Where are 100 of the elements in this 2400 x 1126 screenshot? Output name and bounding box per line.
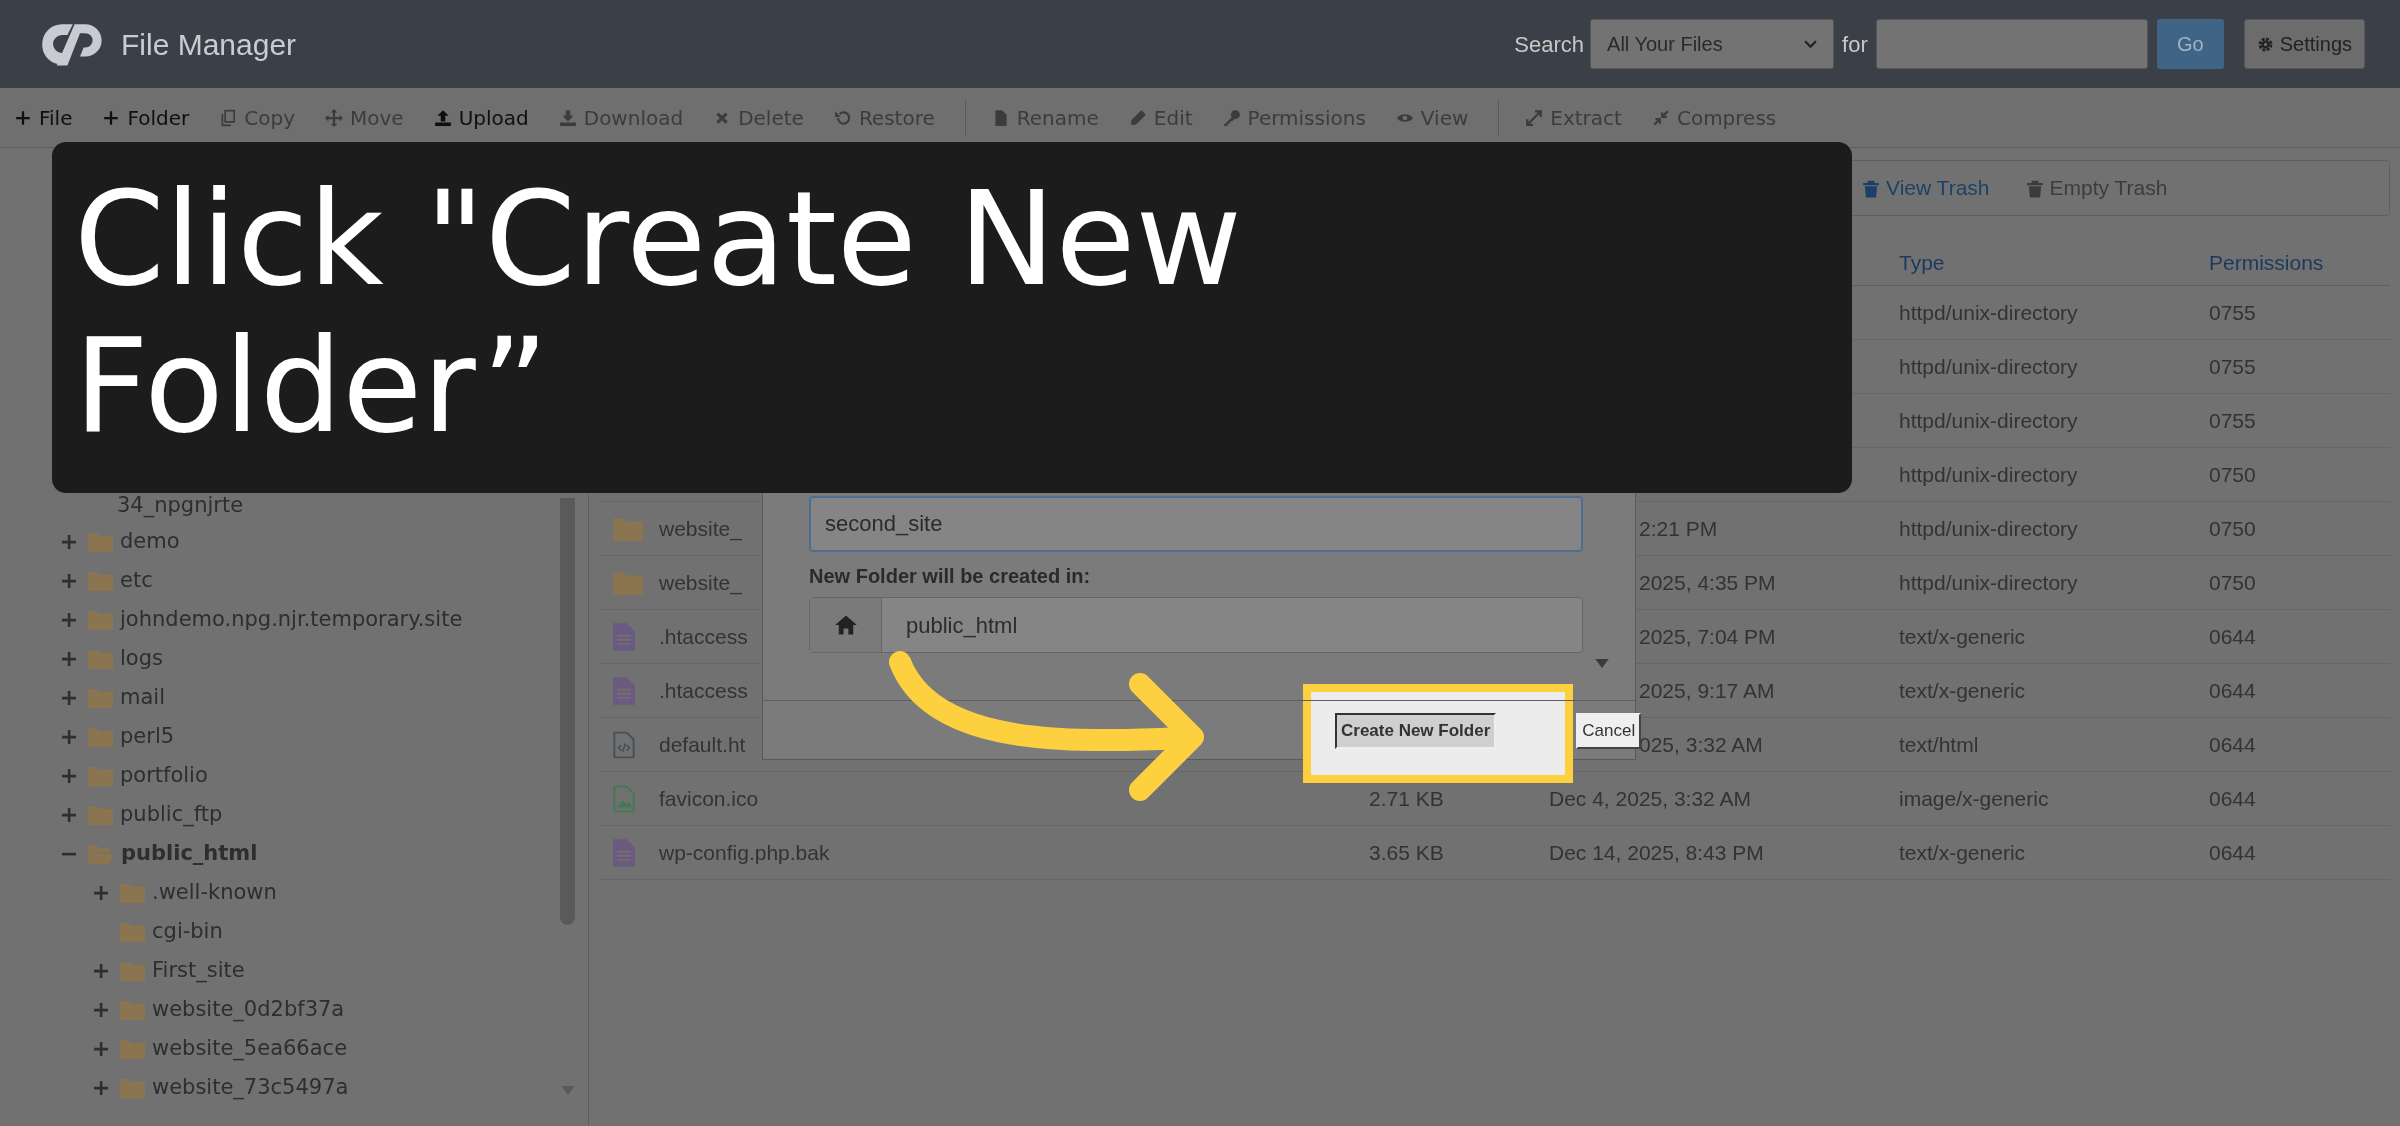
toolbar-button[interactable]: Folder: [102, 102, 190, 133]
expand-icon[interactable]: [94, 1041, 108, 1056]
expand-icon[interactable]: [94, 1080, 108, 1095]
expand-icon[interactable]: [94, 1002, 108, 1017]
file-name[interactable]: website_: [659, 516, 742, 540]
folder-name[interactable]: logs: [120, 642, 163, 675]
toolbar-button[interactable]: View Trash: [1862, 172, 1990, 204]
table-cell: 0644: [2209, 732, 2256, 756]
expand-icon[interactable]: [94, 885, 108, 900]
folder-icon: [120, 921, 145, 942]
upload-icon: [433, 108, 452, 127]
column-header[interactable]: Type: [1889, 246, 1945, 279]
folder-name[interactable]: demo: [120, 525, 180, 558]
table-cell: 025, 3:32 AM: [1639, 732, 1763, 756]
file-name[interactable]: .htaccess: [659, 678, 748, 702]
scroll-down-icon: [1595, 659, 1609, 668]
folder-icon: [88, 804, 113, 825]
trash-icon: [1862, 178, 1880, 198]
table-cell: text/x-generic: [1899, 678, 2026, 702]
folder-icon: [88, 726, 113, 747]
folder-name[interactable]: johndemo.npg.njr.temporary.site: [120, 603, 463, 636]
open-folder-icon: [88, 843, 114, 864]
toolbar-button[interactable]: Upload: [433, 102, 529, 133]
expand-icon[interactable]: [62, 729, 76, 744]
folder-icon: [88, 765, 113, 786]
table-cell: httpd/unix-directory: [1899, 462, 2078, 486]
table-cell: Dec 14, 2025, 8:43 PM: [1549, 840, 1764, 864]
folder-name[interactable]: portfolio: [120, 759, 208, 792]
folder-name-field[interactable]: second_site: [809, 496, 1583, 552]
table-cell: httpd/unix-directory: [1899, 516, 2078, 540]
code-file-icon: [613, 730, 635, 759]
file-name[interactable]: .htaccess: [659, 624, 748, 648]
table-cell: 0755: [2209, 300, 2256, 324]
expand-icon[interactable]: [62, 534, 76, 549]
expand-icon[interactable]: [62, 651, 76, 666]
copy-icon: [219, 108, 238, 127]
table-cell: 0755: [2209, 408, 2256, 432]
folder-name[interactable]: .well-known: [152, 876, 277, 909]
table-cell: httpd/unix-directory: [1899, 354, 2078, 378]
pencil-icon: [1128, 108, 1147, 127]
toolbar-button[interactable]: File: [14, 102, 73, 133]
folder-name[interactable]: public_html: [121, 837, 258, 870]
expand-icon[interactable]: [62, 612, 76, 627]
folder-icon: [120, 1077, 145, 1098]
folder-icon: [88, 687, 113, 708]
expand-icon[interactable]: [62, 768, 76, 783]
create-folder-button[interactable]: Create New Folder: [1335, 712, 1497, 749]
folder-icon: [88, 570, 113, 591]
folder-name[interactable]: 34_npgnjrte: [117, 490, 244, 522]
scope-dropdown[interactable]: All Your Files: [1590, 19, 1835, 69]
table-cell: image/x-generic: [1899, 786, 2049, 810]
file-name[interactable]: website_: [659, 570, 742, 594]
table-cell: Dec 4, 2025, 3:32 AM: [1549, 786, 1751, 810]
table-cell: 0755: [2209, 354, 2256, 378]
folder-name[interactable]: cgi-bin: [152, 915, 223, 948]
path-value: public_html: [905, 611, 1018, 640]
folder-name[interactable]: public_ftp: [120, 798, 223, 831]
expand-icon[interactable]: [62, 573, 76, 588]
folder-icon: [88, 609, 113, 630]
folder-name[interactable]: website_5ea66ace: [152, 1032, 348, 1065]
folder-icon: [613, 516, 643, 541]
go-button[interactable]: Go: [2156, 19, 2224, 69]
search-field[interactable]: [1875, 19, 2148, 69]
file-name[interactable]: default.ht: [659, 732, 746, 756]
chevron-down-icon: [1804, 39, 1818, 49]
cancel-button[interactable]: Cancel: [1576, 712, 1642, 749]
folder-name[interactable]: First_site: [152, 954, 245, 987]
table-cell: 0750: [2209, 516, 2256, 540]
table-cell: httpd/unix-directory: [1899, 408, 2078, 432]
file-name[interactable]: wp-config.php.bak: [659, 840, 830, 864]
settings-button[interactable]: Settings: [2243, 19, 2365, 69]
key-icon: [1222, 108, 1241, 127]
table-cell: text/x-generic: [1899, 624, 2026, 648]
table-cell: 0750: [2209, 570, 2256, 594]
undo-icon: [833, 108, 852, 127]
table-cell: 2:21 PM: [1639, 516, 1718, 540]
table-cell: 0750: [2209, 462, 2256, 486]
folder-icon: [613, 570, 643, 595]
folder-name[interactable]: website_0d2bf37a: [152, 993, 345, 1026]
table-cell: 3.65 KB: [1369, 840, 1444, 864]
folder-name[interactable]: perl5: [120, 720, 175, 753]
plus-icon: [14, 108, 32, 127]
folder-name[interactable]: etc: [120, 564, 153, 597]
table-cell: 2025, 4:35 PM: [1639, 570, 1776, 594]
file-name[interactable]: favicon.ico: [659, 786, 759, 810]
search-label: Search: [1514, 30, 1585, 59]
app-title: File Manager: [121, 26, 297, 63]
folder-name[interactable]: website_73c5497a: [152, 1071, 349, 1104]
expand-icon[interactable]: [94, 963, 108, 978]
table-cell: httpd/unix-directory: [1899, 570, 2078, 594]
column-header[interactable]: Permissions: [2199, 246, 2324, 279]
folder-name[interactable]: mail: [120, 681, 165, 714]
expand-icon[interactable]: [62, 690, 76, 705]
caption-banner: Click "Create New Folder”: [52, 142, 1852, 493]
expand-icon[interactable]: [62, 807, 76, 822]
table-cell: 0644: [2209, 786, 2256, 810]
folder-icon: [88, 531, 113, 552]
plus-icon: [102, 108, 121, 127]
table-cell: 0644: [2209, 678, 2256, 702]
folder-icon: [120, 882, 145, 903]
